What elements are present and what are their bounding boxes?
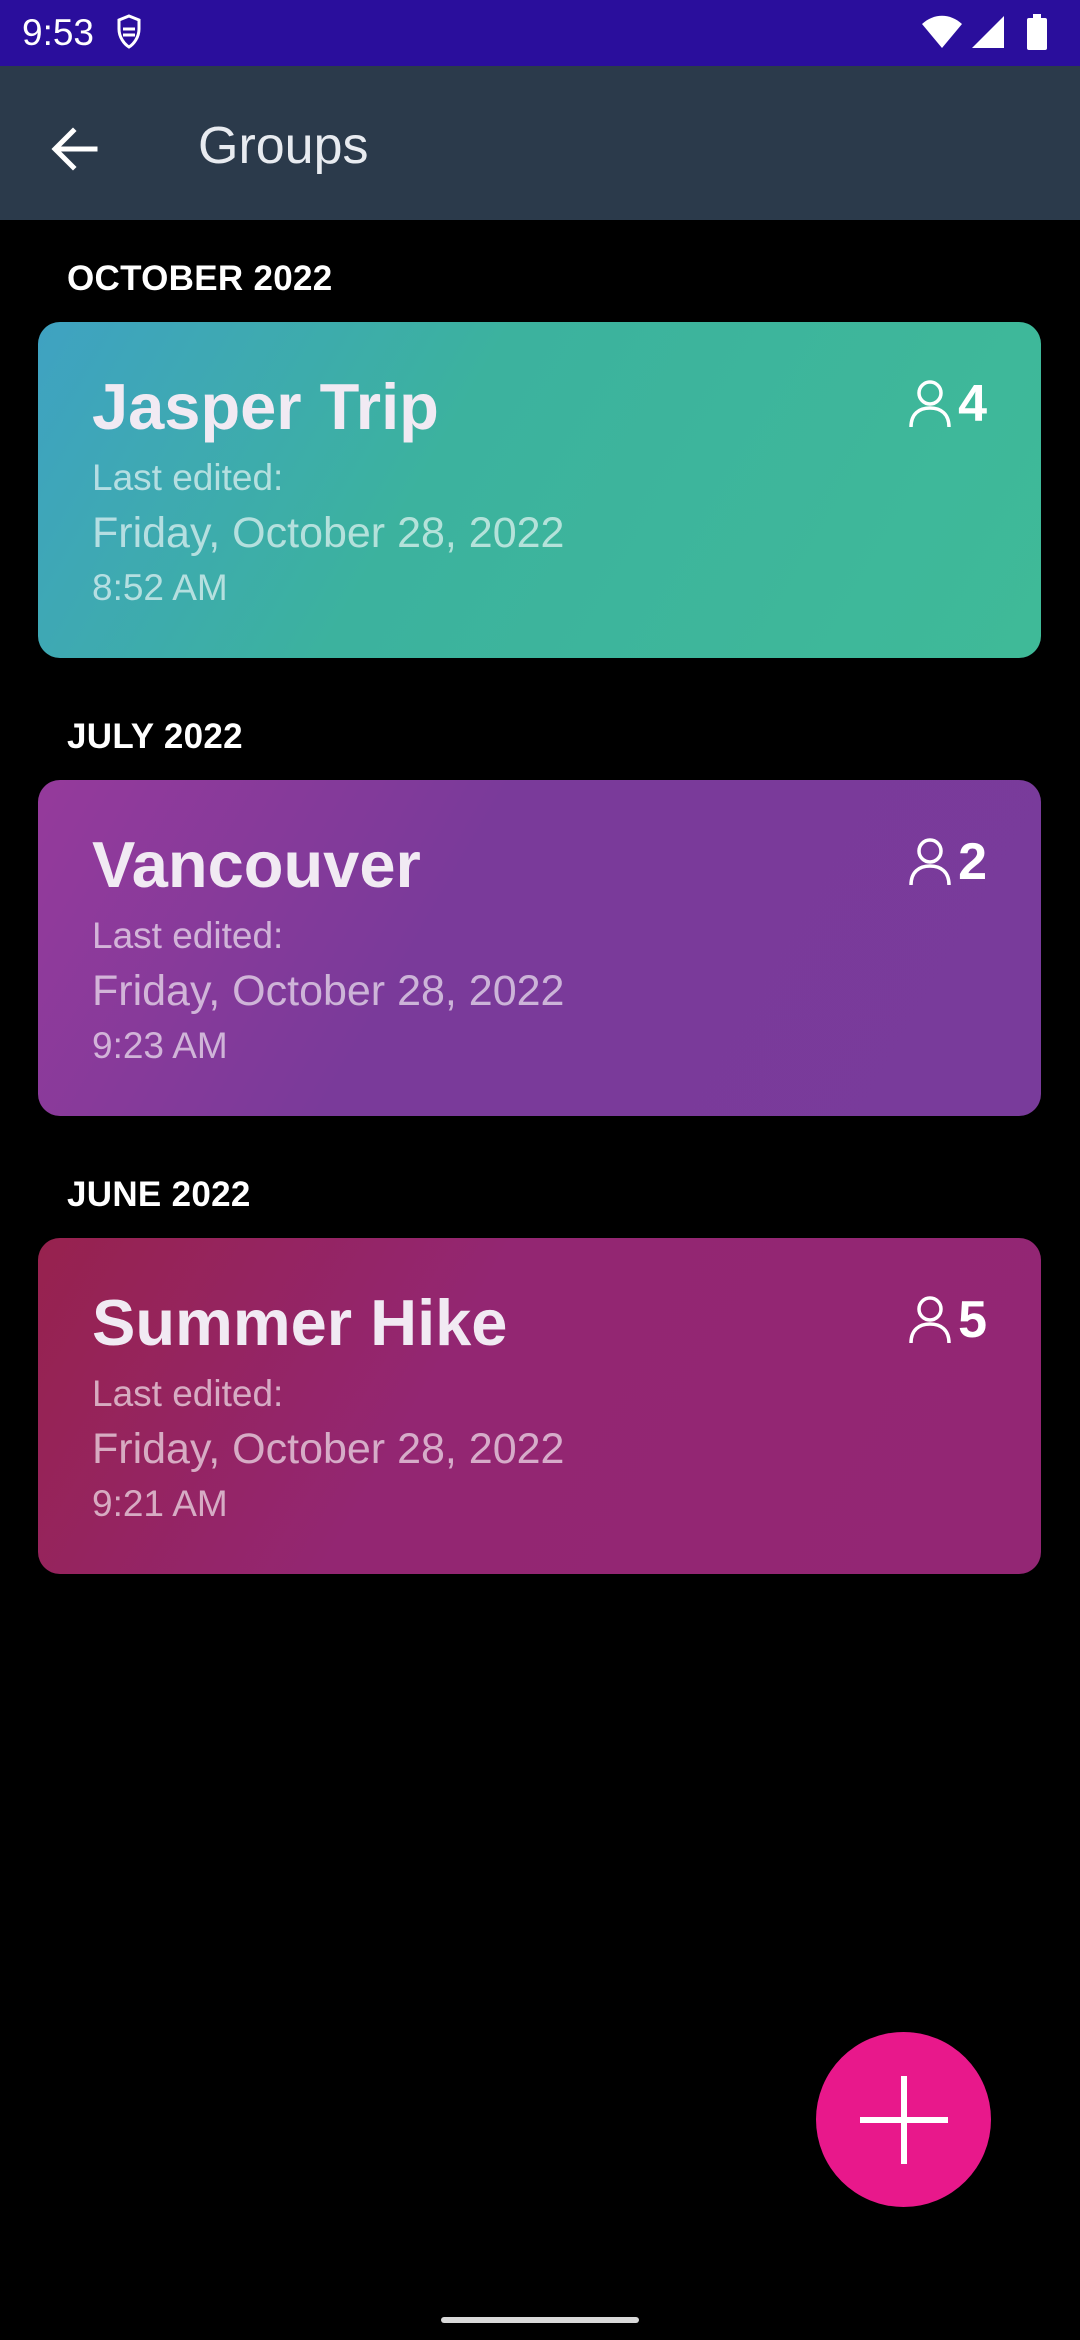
last-edited-date: Friday, October 28, 2022 (92, 967, 565, 1015)
page-title: Groups (198, 117, 369, 175)
member-count-badge: 5 (908, 1290, 987, 1350)
member-count: 2 (958, 833, 987, 891)
arrow-left-icon (51, 127, 98, 171)
group-name: Jasper Trip (92, 370, 439, 443)
section-header-june-2022: JUNE 2022 (67, 1175, 251, 1214)
add-group-button[interactable] (816, 2032, 991, 2207)
last-edited-label: Last edited: (92, 915, 284, 956)
signal-icon (972, 16, 1004, 48)
last-edited-label: Last edited: (92, 457, 284, 498)
app-bar: Groups (0, 66, 1080, 220)
plus-icon (859, 2075, 948, 2164)
group-name: Summer Hike (92, 1286, 508, 1359)
shield-alert-icon (116, 14, 142, 55)
last-edited-label: Last edited: (92, 1373, 284, 1414)
status-bar: 9:53 (0, 0, 1080, 66)
section-header-july-2022: JULY 2022 (67, 717, 243, 756)
gesture-nav-handle[interactable] (441, 2317, 639, 2323)
status-time: 9:53 (22, 12, 95, 53)
person-icon (909, 380, 951, 428)
person-icon (909, 838, 951, 886)
last-edited-time: 9:23 AM (92, 1025, 228, 1066)
last-edited-date: Friday, October 28, 2022 (92, 509, 565, 557)
member-count: 4 (958, 375, 987, 433)
back-button[interactable] (36, 110, 114, 188)
group-name: Vancouver (92, 828, 421, 901)
section-header-october-2022: OCTOBER 2022 (67, 259, 333, 298)
member-count-badge: 4 (908, 374, 987, 434)
last-edited-time: 8:52 AM (92, 567, 228, 608)
group-card-jasper-trip[interactable]: Jasper Trip Last edited: Friday, October… (38, 322, 1041, 658)
person-icon (909, 1296, 951, 1344)
group-card-vancouver[interactable]: Vancouver Last edited: Friday, October 2… (38, 780, 1041, 1116)
member-count-badge: 2 (908, 832, 987, 892)
member-count: 5 (958, 1291, 987, 1349)
group-card-summer-hike[interactable]: Summer Hike Last edited: Friday, October… (38, 1238, 1041, 1574)
last-edited-time: 9:21 AM (92, 1483, 228, 1524)
wifi-icon (922, 15, 962, 48)
battery-icon (1027, 14, 1047, 50)
last-edited-date: Friday, October 28, 2022 (92, 1425, 565, 1473)
